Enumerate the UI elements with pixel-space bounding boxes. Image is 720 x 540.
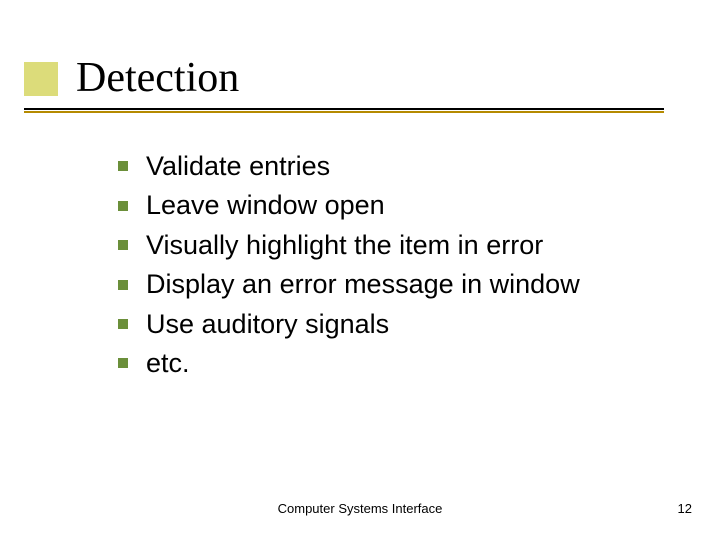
bullet-square-icon [118,280,128,290]
list-item: Leave window open [118,187,678,223]
bullet-square-icon [118,319,128,329]
footer-page-number: 12 [678,501,692,516]
bullet-list: Validate entries Leave window open Visua… [118,148,678,385]
bullet-square-icon [118,358,128,368]
list-item: Visually highlight the item in error [118,227,678,263]
list-item: Display an error message in window [118,266,678,302]
slide: Detection Validate entries Leave window … [0,0,720,540]
list-item: Validate entries [118,148,678,184]
bullet-text: Validate entries [146,148,330,184]
list-item: etc. [118,345,678,381]
bullet-square-icon [118,240,128,250]
title-row: Detection [24,56,239,100]
footer-center-text: Computer Systems Interface [0,501,720,516]
bullet-square-icon [118,161,128,171]
bullet-text: Display an error message in window [146,266,580,302]
slide-title: Detection [76,56,239,100]
bullet-square-icon [118,201,128,211]
bullet-text: Use auditory signals [146,306,389,342]
title-underline [24,108,664,113]
bullet-text: Leave window open [146,187,385,223]
title-accent-box [24,62,58,96]
list-item: Use auditory signals [118,306,678,342]
bullet-text: Visually highlight the item in error [146,227,543,263]
bullet-text: etc. [146,345,190,381]
